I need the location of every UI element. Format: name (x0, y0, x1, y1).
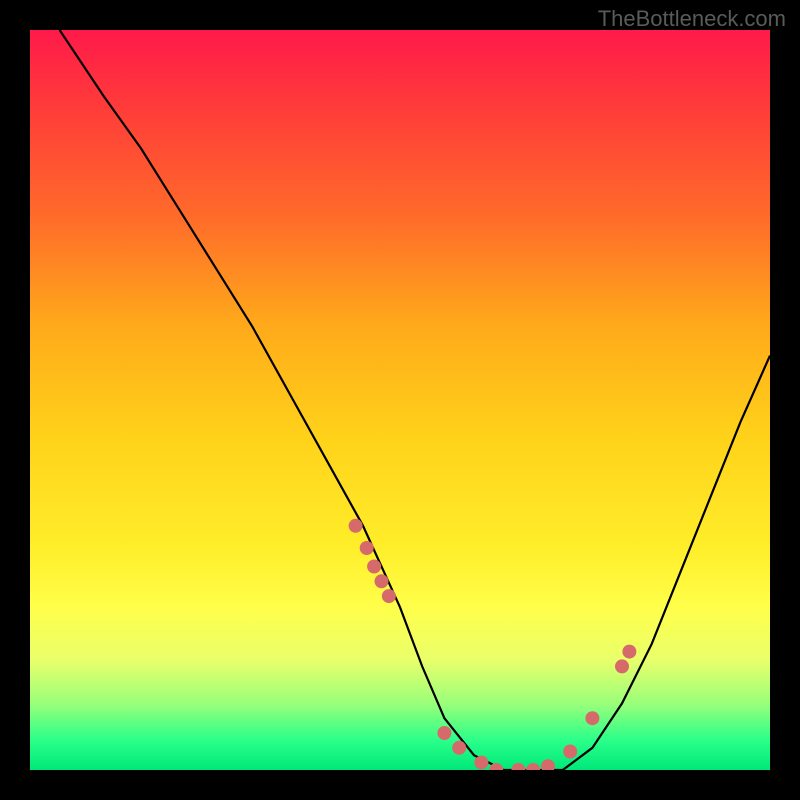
scatter-dot (474, 756, 488, 770)
scatter-dots (349, 519, 637, 770)
scatter-dot (382, 589, 396, 603)
scatter-dot (437, 726, 451, 740)
scatter-dot (526, 763, 540, 770)
scatter-dot (360, 541, 374, 555)
scatter-dot (585, 711, 599, 725)
scatter-dot (615, 659, 629, 673)
scatter-dot (349, 519, 363, 533)
scatter-dot (367, 560, 381, 574)
bottleneck-curve (60, 30, 770, 770)
chart-plot-area (30, 30, 770, 770)
scatter-dot (622, 645, 636, 659)
scatter-dot (375, 574, 389, 588)
scatter-dot (511, 763, 525, 770)
watermark-text: TheBottleneck.com (598, 6, 786, 32)
scatter-dot (563, 745, 577, 759)
chart-svg (30, 30, 770, 770)
scatter-dot (452, 741, 466, 755)
scatter-dot (541, 759, 555, 770)
